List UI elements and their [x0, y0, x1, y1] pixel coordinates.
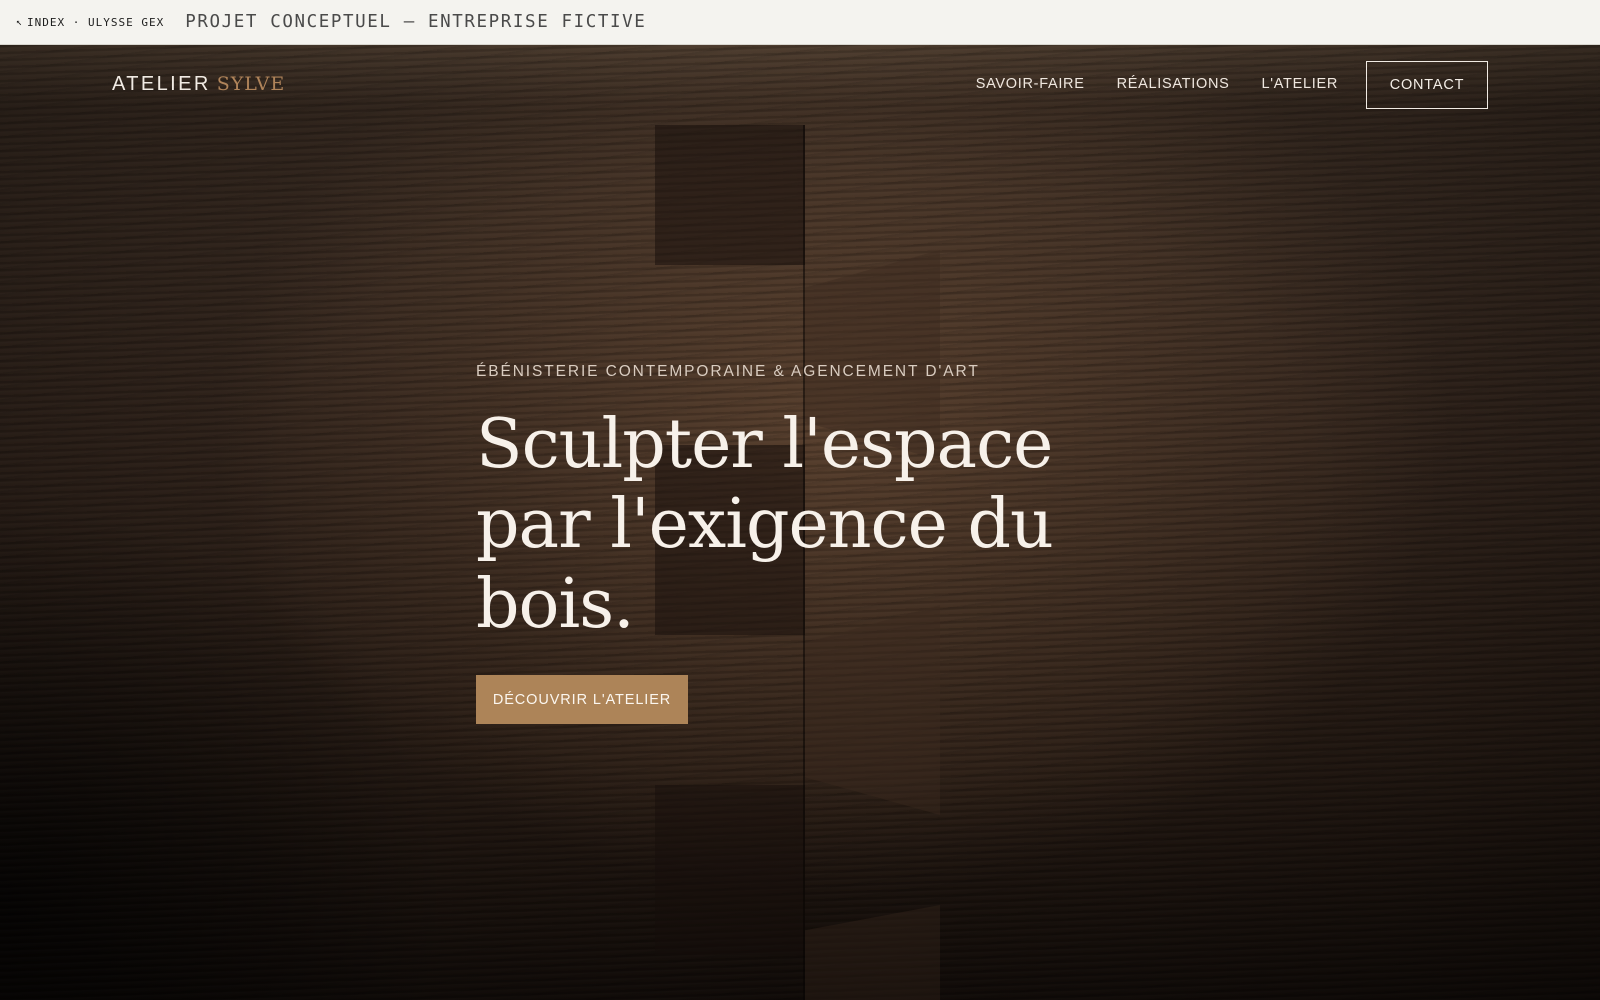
brand-word-sylve: SYLVE	[216, 73, 286, 95]
brand-logo[interactable]: ATELIER SYLVE	[112, 73, 285, 96]
project-label: PROJET CONCEPTUEL — ENTREPRISE FICTIVE	[185, 12, 647, 32]
hero-eyebrow: ÉBÉNISTERIE CONTEMPORAINE & AGENCEMENT D…	[476, 363, 980, 380]
nav-item-realisations[interactable]: RÉALISATIONS	[1117, 76, 1230, 92]
brand-word-atelier: ATELIER	[112, 73, 211, 95]
main-navigation: ATELIER SYLVE SAVOIR-FAIRE RÉALISATIONS …	[0, 45, 1600, 125]
hero-headline: Sculpter l'espace par l'exigence du bois…	[476, 405, 1054, 644]
top-info-bar: ↖ INDEX · ULYSSE GEX PROJET CONCEPTUEL —…	[0, 0, 1600, 45]
discover-atelier-button[interactable]: DÉCOUVRIR L'ATELIER	[476, 675, 688, 724]
arrow-up-left-icon: ↖	[16, 16, 24, 28]
nav-item-atelier[interactable]: L'ATELIER	[1262, 76, 1339, 92]
hero-content: ÉBÉNISTERIE CONTEMPORAINE & AGENCEMENT D…	[476, 363, 1096, 724]
index-link-label: INDEX · ULYSSE GEX	[27, 15, 165, 29]
nav-links: SAVOIR-FAIRE RÉALISATIONS L'ATELIER	[976, 76, 1338, 92]
nav-item-savoir-faire[interactable]: SAVOIR-FAIRE	[976, 76, 1085, 92]
contact-button[interactable]: CONTACT	[1366, 61, 1488, 109]
index-link[interactable]: ↖ INDEX · ULYSSE GEX	[16, 16, 164, 29]
